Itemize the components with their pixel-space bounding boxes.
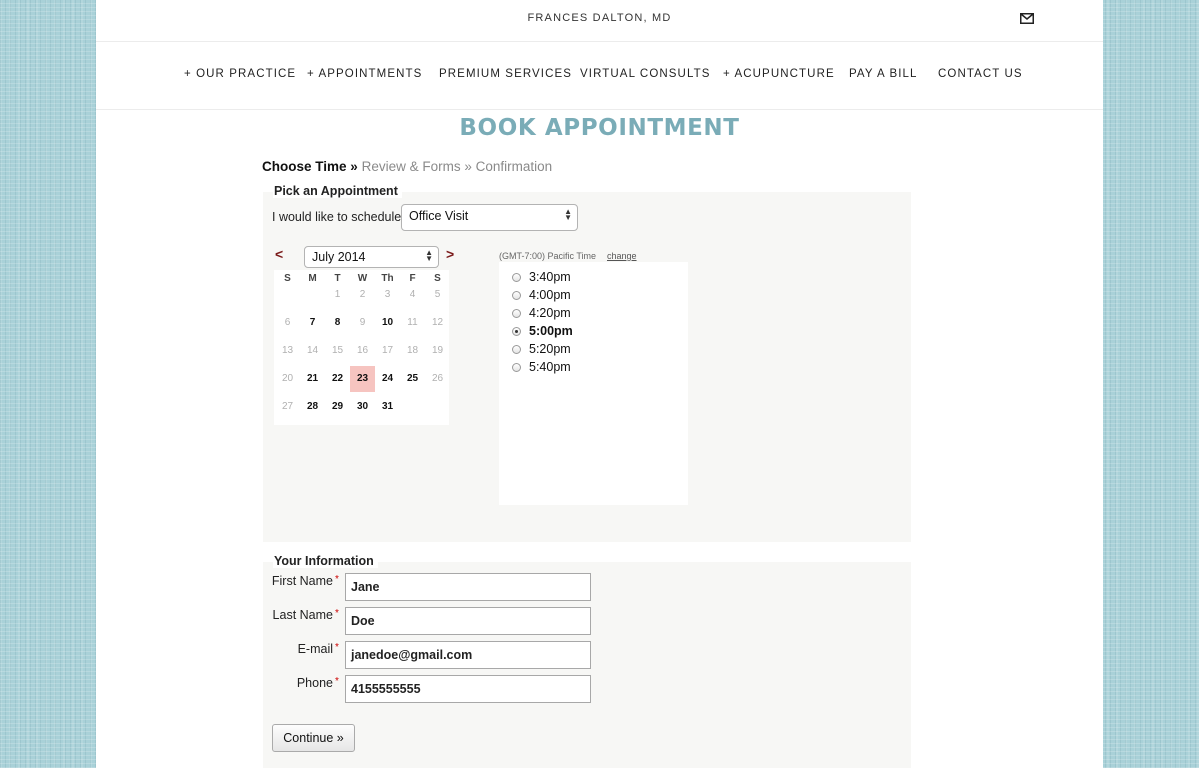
- calendar-day[interactable]: 24: [375, 366, 400, 392]
- calendar-day: 4: [409, 289, 416, 300]
- nav-divider: [96, 109, 1103, 110]
- nav-premium-services[interactable]: PREMIUM SERVICES: [439, 68, 572, 80]
- page-title: BOOK APPOINTMENT: [459, 115, 740, 141]
- calendar-day: 14: [306, 345, 319, 356]
- breadcrumb-separator: »: [350, 159, 358, 174]
- last-name-field[interactable]: Doe: [345, 607, 591, 635]
- schedule-label: I would like to schedule: [272, 210, 402, 224]
- calendar-day: 9: [359, 317, 366, 328]
- calendar-day-selected[interactable]: 23: [350, 366, 375, 392]
- calendar-day: 2: [359, 289, 366, 300]
- breadcrumb-choose-time: Choose Time: [262, 159, 347, 174]
- required-marker: *: [335, 642, 339, 653]
- prev-month-button[interactable]: <: [275, 246, 283, 262]
- appointment-type-select[interactable]: Office Visit ▲ ▼: [401, 204, 578, 231]
- first-name-label: First Name: [263, 574, 333, 588]
- radio-button[interactable]: [512, 309, 521, 318]
- email-field[interactable]: janedoe@gmail.com: [345, 641, 591, 669]
- time-slot-label: 5:00pm: [529, 324, 573, 338]
- first-name-label-text: First Name: [271, 574, 333, 588]
- next-month-button[interactable]: >: [446, 246, 454, 262]
- calendar-grid: S M T W Th F S 1 2 3 4 5 6 7 8 9 10 11 12 13 14 15 16 17 18 19 20 2…: [274, 270, 449, 425]
- calendar-day: 11: [407, 317, 418, 328]
- month-select[interactable]: July 2014 ▲ ▼: [304, 246, 439, 268]
- calendar-day[interactable]: 28: [300, 394, 325, 420]
- time-slot-list: 3:40pm 4:00pm 4:20pm 5:00pm 5:20pm 5:40pm: [499, 262, 688, 505]
- calendar-day[interactable]: 10: [375, 310, 400, 336]
- calendar-day: 16: [356, 345, 369, 356]
- site-title[interactable]: FRANCES DALTON, MD: [96, 12, 1103, 24]
- calendar-day[interactable]: 30: [350, 394, 375, 420]
- calendar-day[interactable]: 21: [300, 366, 325, 392]
- time-slot-label: 4:20pm: [529, 306, 571, 320]
- nav-appointments[interactable]: + APPOINTMENTS: [307, 68, 422, 80]
- time-slot-label: 3:40pm: [529, 270, 571, 284]
- appointment-legend: Pick an Appointment: [273, 184, 402, 198]
- email-label-text: E-mail: [297, 642, 333, 656]
- calendar-day: 15: [331, 345, 344, 356]
- radio-button[interactable]: [512, 273, 521, 282]
- info-panel: Your Information First Name * Jane Last …: [263, 554, 911, 768]
- calendar-day: 6: [284, 317, 291, 328]
- calendar-day: 5: [434, 289, 441, 300]
- change-timezone-link[interactable]: change: [607, 251, 637, 261]
- nav-our-practice[interactable]: + OUR PRACTICE: [184, 68, 296, 80]
- calendar-day[interactable]: 7: [300, 310, 325, 336]
- required-marker: *: [335, 676, 339, 687]
- email-label: E-mail: [263, 642, 333, 656]
- nav-pay-a-bill[interactable]: PAY A BILL: [849, 68, 918, 80]
- phone-field[interactable]: 4155555555: [345, 675, 591, 703]
- calendar-day[interactable]: 29: [325, 394, 350, 420]
- calendar-day: 1: [334, 289, 341, 300]
- calendar-day: 27: [281, 401, 294, 412]
- calendar-day[interactable]: 22: [325, 366, 350, 392]
- select-arrows-icon: ▲ ▼: [564, 207, 572, 222]
- required-marker: *: [335, 608, 339, 619]
- nav-contact-us[interactable]: CONTACT US: [938, 68, 1023, 80]
- nav-virtual-consults[interactable]: VIRTUAL CONSULTS: [580, 68, 711, 80]
- radio-button[interactable]: [512, 363, 521, 372]
- continue-button[interactable]: Continue »: [272, 724, 355, 752]
- phone-label: Phone: [263, 676, 333, 690]
- timezone-label: (GMT-7:00) Pacific Time: [499, 251, 597, 261]
- month-value: July 2014: [312, 250, 366, 264]
- time-slot-label: 5:20pm: [529, 342, 571, 356]
- header-divider: [96, 41, 1103, 42]
- last-name-label-text: Last Name: [272, 608, 333, 622]
- calendar-day[interactable]: 25: [400, 366, 425, 392]
- radio-button[interactable]: [512, 327, 521, 336]
- calendar-day: 26: [431, 373, 444, 384]
- breadcrumb: Choose Time » Review & Forms » Confirmat…: [262, 159, 552, 174]
- envelope-icon[interactable]: [1020, 13, 1034, 24]
- time-slot-label: 4:00pm: [529, 288, 571, 302]
- time-slot-label: 5:40pm: [529, 360, 571, 374]
- nav-acupuncture[interactable]: + ACUPUNCTURE: [723, 68, 835, 80]
- radio-button[interactable]: [512, 345, 521, 354]
- calendar-day: 13: [281, 345, 294, 356]
- calendar-day[interactable]: 31: [375, 394, 400, 420]
- calendar-day: 17: [381, 345, 394, 356]
- calendar-day[interactable]: 8: [325, 310, 350, 336]
- breadcrumb-review-forms: Review & Forms: [361, 159, 461, 174]
- calendar-day: 18: [406, 345, 419, 356]
- calendar-day: 20: [281, 373, 294, 384]
- required-marker: *: [335, 574, 339, 585]
- weekday-header: S: [284, 273, 291, 284]
- phone-label-text: Phone: [296, 676, 333, 690]
- appointment-panel: Pick an Appointment I would like to sche…: [263, 184, 911, 542]
- calendar-day: 3: [384, 289, 391, 300]
- last-name-label: Last Name: [263, 608, 333, 622]
- main-nav: + OUR PRACTICE + APPOINTMENTS PREMIUM SE…: [96, 68, 1103, 84]
- weekday-header: M: [308, 273, 317, 284]
- calendar-day: 19: [431, 345, 444, 356]
- select-arrows-icon: ▲ ▼: [425, 248, 433, 263]
- calendar-day: 12: [431, 317, 444, 328]
- radio-button[interactable]: [512, 291, 521, 300]
- first-name-field[interactable]: Jane: [345, 573, 591, 601]
- breadcrumb-separator: »: [464, 159, 472, 174]
- page-container: FRANCES DALTON, MD + OUR PRACTICE + APPO…: [96, 0, 1103, 768]
- breadcrumb-confirmation: Confirmation: [475, 159, 553, 174]
- info-legend: Your Information: [273, 554, 378, 568]
- appointment-type-value: Office Visit: [409, 209, 469, 223]
